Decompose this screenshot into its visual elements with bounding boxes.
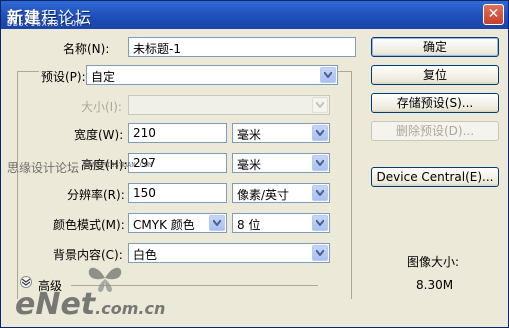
- bit-depth-value: 8 位: [237, 218, 261, 232]
- height-unit-select[interactable]: 毫米: [232, 153, 330, 173]
- image-size-label: 图像大小:: [407, 255, 460, 269]
- name-field[interactable]: 未标题-1: [128, 37, 356, 57]
- size-label: 大小(I):: [81, 100, 122, 114]
- chevron-down-icon: [320, 67, 336, 83]
- forum-watermark: 思缘设计论坛: [7, 161, 80, 175]
- name-label: 名称(N):: [63, 42, 110, 56]
- title-bar[interactable]: 新建程论坛 BBS.16XX8.COM ✕: [1, 1, 508, 29]
- group-left-border: [17, 71, 18, 299]
- width-unit-value: 毫米: [237, 128, 262, 142]
- device-central-button[interactable]: Device Central(E)...: [371, 167, 499, 187]
- dialog-body: 名称(N): 未标题-1 预设(P): 自定 大小(I): 宽度(W): 210…: [1, 29, 508, 327]
- close-icon[interactable]: ✕: [483, 4, 504, 25]
- resolution-label: 分辨率(R):: [67, 188, 125, 202]
- preset-label: 预设(P):: [39, 68, 88, 85]
- preset-select[interactable]: 自定: [86, 65, 338, 85]
- resolution-unit-value: 像素/英寸: [237, 188, 290, 202]
- image-size-value: 8.30M: [416, 278, 454, 292]
- enet-brand: eNet: [15, 287, 96, 322]
- delete-preset-button: 删除预设(D)...: [371, 121, 499, 141]
- preset-value: 自定: [91, 70, 116, 84]
- size-select: [128, 95, 330, 115]
- enet-domain: .com.cn: [95, 299, 166, 318]
- color-mode-select[interactable]: CMYK 颜色: [128, 213, 227, 233]
- save-preset-button[interactable]: 存储预设(S)...: [371, 93, 499, 113]
- reset-button[interactable]: 复位: [371, 65, 499, 85]
- enet-watermark: eNet.com.cn: [15, 287, 165, 322]
- bit-depth-select[interactable]: 8 位: [232, 213, 330, 233]
- resolution-field[interactable]: 150: [128, 183, 227, 203]
- forum-url-watermark: WWW.MISSYUAN.COM: [85, 161, 153, 169]
- chevron-down-icon: [312, 215, 328, 231]
- chevron-down-icon: [312, 125, 328, 141]
- ok-button[interactable]: 确定: [371, 37, 499, 57]
- resolution-unit-select[interactable]: 像素/英寸: [232, 183, 330, 203]
- new-document-dialog: 新建程论坛 BBS.16XX8.COM ✕ 名称(N): 未标题-1 预设(P)…: [0, 0, 509, 328]
- width-unit-select[interactable]: 毫米: [232, 123, 330, 143]
- chevron-down-icon: [312, 155, 328, 171]
- chevron-down-icon: [312, 185, 328, 201]
- group-right-border: [351, 71, 352, 299]
- height-unit-value: 毫米: [237, 158, 262, 172]
- background-select[interactable]: 白色: [128, 243, 330, 263]
- chevron-down-icon: [209, 215, 225, 231]
- title-watermark-url: BBS.16XX8.COM: [7, 19, 83, 28]
- chevron-down-icon: [312, 97, 328, 113]
- width-label: 宽度(W):: [74, 128, 124, 142]
- color-mode-label: 颜色模式(M):: [53, 218, 125, 232]
- width-field[interactable]: 210: [128, 123, 227, 143]
- chevron-down-icon: [312, 245, 328, 261]
- background-value: 白色: [133, 248, 158, 262]
- color-mode-value: CMYK 颜色: [133, 218, 195, 232]
- background-label: 背景内容(C):: [53, 248, 123, 262]
